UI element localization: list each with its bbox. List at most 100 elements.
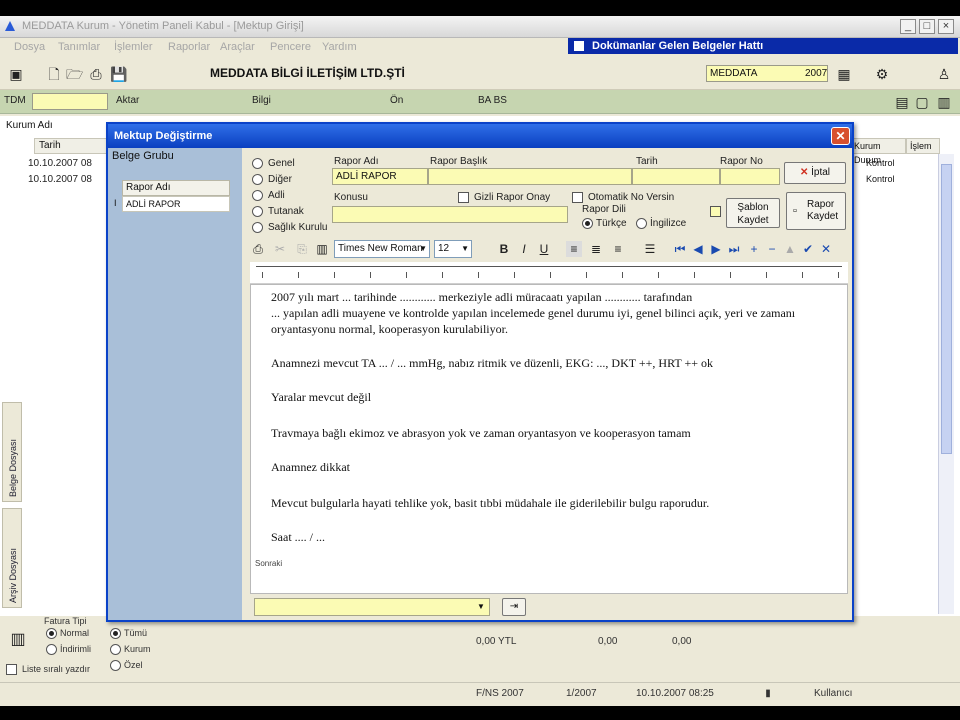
radio-minutes[interactable] [252, 206, 263, 217]
previous-record-icon[interactable]: ◀ [690, 241, 706, 257]
template-combo[interactable]: ▼ [254, 598, 490, 616]
settings-icon[interactable]: ⚙ [874, 66, 890, 82]
notification-bar[interactable]: Dokümanlar Gelen Belgeler Hattı [568, 38, 958, 54]
status-column-header[interactable]: Kurum Durum [850, 138, 906, 165]
delete-record-icon[interactable]: − [764, 241, 780, 257]
editor-paragraph: 2007 yılı mart ... tarihinde ...........… [271, 290, 693, 304]
editor-paragraph: Anamnezi mevcut TA ... / ... mmHg, nabız… [271, 356, 713, 370]
menu-operations[interactable]: İşlemler [114, 41, 153, 53]
confidential-label: Gizli Rapor Onay [474, 192, 551, 203]
radio-all[interactable] [110, 628, 121, 639]
underline-icon[interactable]: U [536, 241, 552, 257]
image-icon[interactable]: ▣ [8, 66, 24, 82]
ba-bs-button[interactable]: BA BS [478, 95, 507, 106]
open-folder-icon[interactable]: 🗁 [66, 66, 83, 82]
radio-other[interactable] [252, 174, 263, 185]
radio-health-board[interactable] [252, 222, 263, 233]
radio-discounted[interactable] [46, 644, 57, 655]
bold-icon[interactable]: B [496, 241, 512, 257]
last-record-icon[interactable]: ⏭ [726, 241, 742, 257]
layout-icon[interactable]: ▤ [894, 94, 910, 110]
report-list-item[interactable]: ADLİ RAPOR [122, 196, 230, 212]
user-field[interactable]: MEDDATA 2007 [706, 65, 828, 82]
confidential-checkbox[interactable] [458, 192, 469, 203]
new-document-icon[interactable]: 🗋 [46, 66, 62, 82]
list-row[interactable]: 10.10.2007 08 [28, 174, 92, 185]
menu-tools[interactable]: Araçlar [220, 41, 255, 53]
copy-icon[interactable]: ⎘ [294, 241, 310, 257]
ruler-line [256, 266, 842, 267]
ruler-tick [838, 272, 839, 278]
preview-button[interactable]: Ön [390, 95, 403, 106]
scrollbar-thumb[interactable] [941, 164, 952, 454]
radio-forensic[interactable] [252, 190, 263, 201]
list-row[interactable]: 10.10.2007 08 [28, 158, 92, 169]
align-center-icon[interactable]: ≣ [588, 241, 604, 257]
paste-icon[interactable]: ▥ [314, 241, 330, 257]
edit-dialog: Mektup Değiştirme ✕ Belge Grubu Rapor Ad… [106, 122, 854, 622]
maximize-button[interactable]: □ [919, 19, 935, 34]
report-name-field[interactable]: ADLİ RAPOR [332, 168, 428, 185]
cancel-record-icon[interactable]: ✕ [818, 241, 834, 257]
report-editor[interactable]: 2007 yılı mart ... tarihinde ...........… [250, 284, 848, 594]
align-left-icon[interactable]: ≡ [566, 241, 582, 257]
print-icon[interactable]: ⎙ [250, 241, 266, 257]
menu-reports[interactable]: Raporlar [168, 41, 210, 53]
window-icon[interactable]: ▢ [914, 94, 930, 110]
bullet-list-icon[interactable]: ☰ [642, 241, 658, 257]
font-name-select[interactable]: Times New Roman ▼ [334, 240, 430, 258]
close-button[interactable]: × [938, 19, 954, 34]
calendar-icon[interactable]: ▦ [836, 66, 852, 82]
edit-record-icon[interactable]: ▲ [782, 241, 798, 257]
cut-icon[interactable]: ✂ [272, 241, 288, 257]
add-record-icon[interactable]: + [746, 241, 762, 257]
menu-help[interactable]: Yardım [322, 41, 357, 53]
transfer-button[interactable]: Aktar [116, 95, 139, 106]
menu-definitions[interactable]: Tanımlar [58, 41, 100, 53]
radio-normal[interactable] [46, 628, 57, 639]
radio-turkish[interactable] [582, 218, 593, 229]
minimize-button[interactable]: _ [900, 19, 916, 34]
radio-private[interactable] [110, 660, 121, 671]
radio-general[interactable] [252, 158, 263, 169]
align-right-icon[interactable]: ≡ [610, 241, 626, 257]
next-record-icon[interactable]: ▶ [708, 241, 724, 257]
cancel-icon: ✕ [799, 167, 809, 178]
report-name-column-header[interactable]: Rapor Adı [122, 180, 230, 196]
radio-institution[interactable] [110, 644, 121, 655]
save-icon[interactable]: 💾 [110, 66, 127, 82]
report-no-field[interactable] [720, 168, 780, 185]
print-icon[interactable]: ⎙ [88, 66, 104, 82]
list-scrollbar[interactable] [938, 154, 954, 614]
user-icon[interactable]: ♙ [936, 66, 952, 82]
action-column-header[interactable]: İşlem [906, 138, 940, 154]
vtab-archive[interactable]: Arşiv Dosyası [2, 508, 22, 608]
font-size-select[interactable]: 12 ▼ [434, 240, 472, 258]
grid-icon[interactable]: ▥ [936, 94, 952, 110]
ruler-tick [658, 272, 659, 278]
post-record-icon[interactable]: ✔ [800, 241, 816, 257]
save-template-checkbox[interactable] [710, 206, 721, 217]
auto-number-checkbox[interactable] [572, 192, 583, 203]
menu-file[interactable]: Dosya [14, 41, 45, 53]
save-report-button[interactable]: ▫ Rapor Kaydet [786, 192, 846, 230]
editor-paragraph: Yaralar mevcut değil [271, 390, 372, 404]
italic-icon[interactable]: I [516, 241, 532, 257]
save-template-label[interactable]: Şablon Kaydet [726, 198, 780, 228]
sorted-print-checkbox[interactable] [6, 664, 17, 675]
tab-key-button[interactable]: ⇥ [502, 598, 526, 616]
date-field[interactable] [632, 168, 720, 185]
report-title-field[interactable] [428, 168, 632, 185]
vtab-document[interactable]: Belge Dosyası [2, 402, 22, 502]
dialog-close-button[interactable]: ✕ [831, 127, 850, 145]
tdm-field[interactable] [32, 93, 108, 110]
subject-field[interactable] [332, 206, 568, 223]
menu-bar: Dosya Tanımlar İşlemler Raporlar Araçlar… [0, 38, 565, 58]
ruler-tick [370, 272, 371, 278]
info-button[interactable]: Bilgi [252, 95, 271, 106]
cancel-button[interactable]: ✕ İptal [784, 162, 846, 184]
menu-window[interactable]: Pencere [270, 41, 311, 53]
first-record-icon[interactable]: ⏮ [672, 241, 688, 257]
barcode-icon[interactable]: ▥ [10, 632, 26, 648]
radio-english[interactable] [636, 218, 647, 229]
